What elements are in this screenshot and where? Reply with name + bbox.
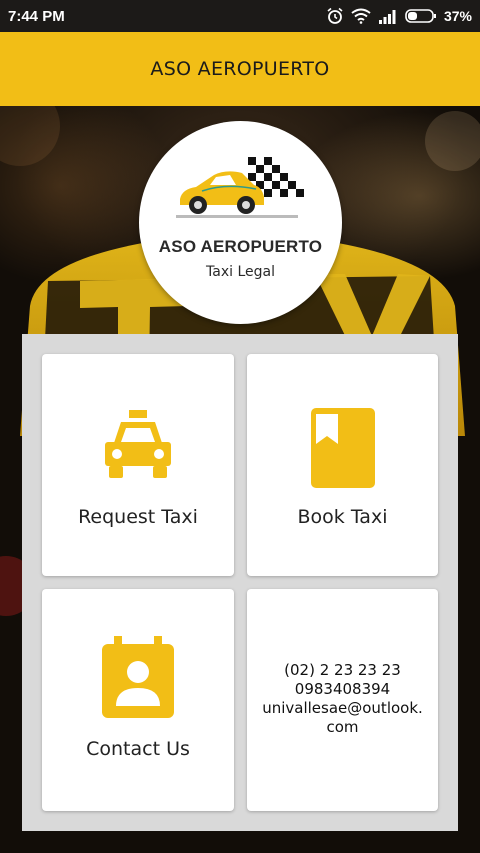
taxi-front-icon bbox=[105, 410, 171, 478]
book-taxi-label: Book Taxi bbox=[297, 506, 388, 528]
wifi-icon bbox=[351, 8, 371, 24]
app-bar: ASO AEROPUERTO bbox=[0, 32, 480, 106]
app-title: ASO AEROPUERTO bbox=[150, 58, 330, 80]
contact-email-line2[interactable]: com bbox=[262, 718, 423, 737]
contact-info-text: (02) 2 23 23 23 0983408394 univallesae@o… bbox=[262, 661, 423, 737]
contact-mobile[interactable]: 0983408394 bbox=[262, 680, 423, 699]
contact-email-line1[interactable]: univallesae@outlook. bbox=[262, 699, 423, 718]
bookmark-book-icon bbox=[310, 408, 375, 488]
signal-icon bbox=[378, 10, 396, 24]
logo-tagline: Taxi Legal bbox=[206, 264, 275, 280]
request-taxi-label: Request Taxi bbox=[78, 506, 198, 528]
status-icons: 37% bbox=[326, 7, 472, 25]
contact-phone[interactable]: (02) 2 23 23 23 bbox=[262, 661, 423, 680]
status-time: 7:44 PM bbox=[8, 7, 65, 25]
logo-company-name: ASO AEROPUERTO bbox=[158, 237, 323, 256]
menu-grid: Request Taxi Book Taxi Contact Us (02) 2… bbox=[22, 334, 458, 831]
alarm-icon bbox=[327, 7, 343, 24]
contact-us-label: Contact Us bbox=[86, 738, 190, 760]
status-bar: 7:44 PM 37% bbox=[0, 0, 480, 32]
battery-percentage: 37% bbox=[443, 8, 472, 24]
request-taxi-button[interactable]: Request Taxi bbox=[42, 354, 234, 576]
battery-icon bbox=[405, 9, 436, 23]
contact-card-icon bbox=[102, 636, 174, 718]
company-logo: ASO AEROPUERTO Taxi Legal bbox=[139, 121, 342, 324]
contact-us-button[interactable]: Contact Us bbox=[42, 589, 234, 811]
contact-info-card: (02) 2 23 23 23 0983408394 univallesae@o… bbox=[247, 589, 438, 811]
taxi-car-logo bbox=[175, 157, 304, 218]
book-taxi-button[interactable]: Book Taxi bbox=[247, 354, 438, 576]
